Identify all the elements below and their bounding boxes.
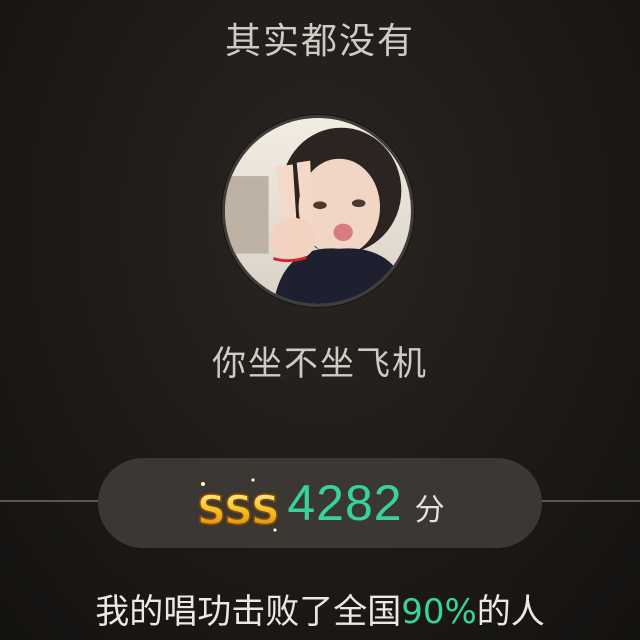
ranking-summary: 我的唱功击败了全国90%的人 xyxy=(0,584,640,633)
avatar-photo xyxy=(225,118,411,304)
song-title: 其实都没有 xyxy=(224,21,415,62)
divider-left xyxy=(0,500,100,502)
sss-grade-icon: SSS xyxy=(197,478,281,535)
divider-right xyxy=(540,500,640,502)
score-value: 4282 xyxy=(287,475,403,531)
score-unit: 分 xyxy=(414,493,445,528)
user-avatar[interactable] xyxy=(222,115,414,307)
summary-suffix: 的人 xyxy=(476,592,545,632)
grade-letters: SSS xyxy=(197,488,280,534)
summary-percent: 90% xyxy=(401,592,477,632)
score-pill: SSS 4282 分 xyxy=(98,458,542,548)
user-name: 你坐不坐飞机 xyxy=(212,344,428,384)
summary-prefix: 我的唱功击败了全国 xyxy=(95,592,402,632)
